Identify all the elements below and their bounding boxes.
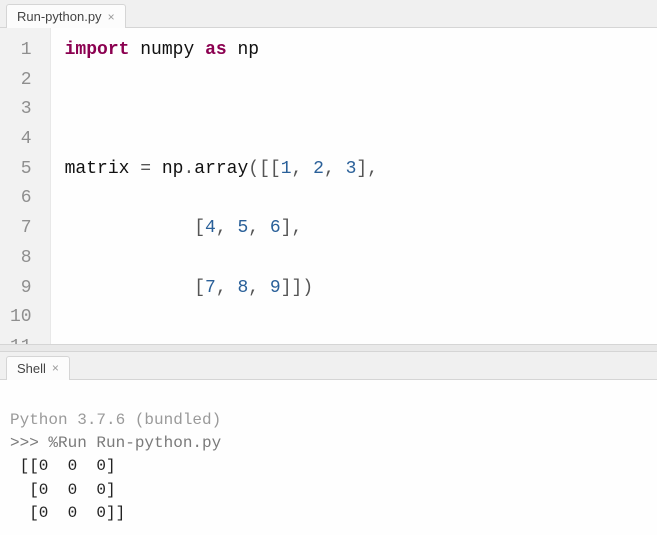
line-number: 4 <box>0 125 42 155</box>
code-line[interactable] <box>65 333 649 344</box>
line-number: 5 <box>0 155 42 185</box>
code-line[interactable]: matrix = np.array([[1, 2, 3], <box>65 155 649 185</box>
line-number: 9 <box>0 274 42 304</box>
code-area[interactable]: import numpy as np matrix = np.array([[1… <box>51 28 657 344</box>
shell-tabbar: Shell × <box>0 352 657 380</box>
shell-tab-label: Shell <box>17 361 46 376</box>
code-line[interactable]: [4, 5, 6], <box>65 214 649 244</box>
line-number: 11 <box>0 333 42 344</box>
close-icon[interactable]: × <box>108 11 115 23</box>
shell-banner: Python 3.7.6 (bundled) <box>10 411 221 429</box>
shell-tab[interactable]: Shell × <box>6 356 70 380</box>
code-editor[interactable]: 1234567891011 import numpy as np matrix … <box>0 28 657 344</box>
code-line[interactable]: import numpy as np <box>65 36 649 66</box>
line-number: 10 <box>0 303 42 333</box>
line-number: 8 <box>0 244 42 274</box>
code-line[interactable] <box>65 95 649 125</box>
close-icon[interactable]: × <box>52 362 59 374</box>
editor-tabbar: Run-python.py × <box>0 0 657 28</box>
panel-splitter[interactable] <box>0 344 657 352</box>
line-number: 2 <box>0 66 42 96</box>
line-number: 7 <box>0 214 42 244</box>
shell-prompt: >>> <box>10 434 48 452</box>
shell-command: %Run Run-python.py <box>48 434 221 452</box>
shell-output: [[0 0 0] [0 0 0] [0 0 0]] <box>10 457 125 521</box>
code-line[interactable]: [7, 8, 9]]) <box>65 274 649 304</box>
line-number: 3 <box>0 95 42 125</box>
line-number: 1 <box>0 36 42 66</box>
shell-panel[interactable]: Python 3.7.6 (bundled) >>> %Run Run-pyth… <box>0 380 657 535</box>
line-number-gutter: 1234567891011 <box>0 28 51 344</box>
editor-tab[interactable]: Run-python.py × <box>6 4 126 28</box>
editor-tab-label: Run-python.py <box>17 9 102 24</box>
line-number: 6 <box>0 184 42 214</box>
